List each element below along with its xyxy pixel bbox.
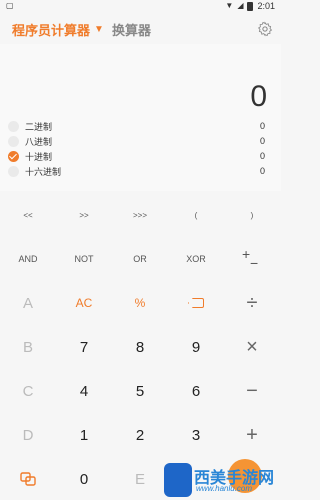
binary-radio[interactable] [8, 120, 19, 132]
right-shift-key[interactable]: >> [56, 201, 112, 229]
digit-3-key[interactable]: 3 [168, 415, 224, 455]
keypad: << >> >>> ( ) AND NOT OR XOR + − A AC % ÷… [0, 191, 281, 500]
and-key[interactable]: AND [0, 239, 56, 279]
mode-switch-key[interactable] [0, 459, 56, 499]
octal-value: 0 [259, 136, 265, 146]
hex-radio[interactable] [8, 165, 19, 177]
binary-value: 0 [259, 121, 265, 131]
app-header: 程序员计算器 ▼ 换算器 [0, 14, 281, 44]
dropdown-caret-icon: ▼ [94, 24, 104, 35]
digit-1-key[interactable]: 1 [56, 415, 112, 455]
all-clear-key[interactable]: AC [56, 283, 112, 323]
digit-6-key[interactable]: 6 [168, 371, 224, 411]
open-paren-key[interactable]: ( [168, 201, 224, 229]
hex-e-key[interactable]: E [112, 459, 168, 499]
hex-a-key[interactable]: A [0, 283, 56, 323]
watermark: 西美手游网 www.hanlu.com [164, 459, 281, 500]
wifi-icon: ▼ [225, 1, 234, 10]
signal-icon: ◢ [237, 1, 244, 10]
result-display: 0 [250, 80, 267, 113]
multiply-key[interactable]: × [224, 327, 280, 367]
decimal-label: 十进制 [25, 151, 53, 162]
settings-gear-icon[interactable] [257, 21, 273, 37]
tab-programmer-calculator[interactable]: 程序员计算器 ▼ [12, 20, 104, 39]
plus-minus-key[interactable]: + − [224, 239, 280, 279]
base-row-octal[interactable]: 八进制 0 [8, 134, 268, 148]
tab-programmer-label: 程序员计算器 [12, 23, 91, 38]
left-shift-key[interactable]: << [0, 201, 56, 229]
base-row-decimal[interactable]: 十进制 0 [8, 149, 268, 163]
display-panel: 0 二进制 0 八进制 0 十进制 0 十六进制 0 [0, 44, 281, 191]
binary-label: 二进制 [25, 121, 53, 132]
octal-label: 八进制 [25, 136, 53, 147]
xor-key[interactable]: XOR [168, 239, 224, 279]
base-row-binary[interactable]: 二进制 0 [8, 119, 268, 133]
add-key[interactable]: + [224, 415, 280, 455]
or-key[interactable]: OR [112, 239, 168, 279]
not-key[interactable]: NOT [56, 239, 112, 279]
octal-radio[interactable] [8, 135, 19, 147]
divide-key[interactable]: ÷ [224, 283, 280, 323]
watermark-url: www.hanlu.com [196, 484, 253, 493]
digit-9-key[interactable]: 9 [168, 327, 224, 367]
decimal-radio-checked[interactable] [8, 150, 19, 162]
percent-key[interactable]: % [112, 283, 168, 323]
digit-2-key[interactable]: 2 [112, 415, 168, 455]
hex-d-key[interactable]: D [0, 415, 56, 455]
hex-value: 0 [259, 166, 265, 176]
base-row-hex[interactable]: 十六进制 0 [8, 164, 268, 178]
unsigned-right-shift-key[interactable]: >>> [112, 201, 168, 229]
close-paren-key[interactable]: ) [224, 201, 280, 229]
notification-icon: ▢ [6, 1, 14, 10]
battery-icon [247, 1, 254, 11]
hex-c-key[interactable]: C [0, 371, 56, 411]
status-icons: ▼ ◢ 2:01 [225, 1, 275, 11]
backspace-key[interactable] [168, 283, 224, 323]
digit-0-key[interactable]: 0 [56, 459, 112, 499]
tab-converter[interactable]: 换算器 [112, 20, 151, 39]
status-bar: ▢ ▼ ◢ 2:01 [0, 0, 281, 14]
digit-5-key[interactable]: 5 [112, 371, 168, 411]
digit-7-key[interactable]: 7 [56, 327, 112, 367]
watermark-logo-icon [164, 463, 192, 497]
plus-minus-icon: + − [242, 246, 259, 271]
hex-b-key[interactable]: B [0, 327, 56, 367]
decimal-value: 0 [259, 151, 265, 161]
digit-4-key[interactable]: 4 [56, 371, 112, 411]
shift-row: << >> >>> ( ) [0, 201, 281, 229]
swap-icon [20, 472, 36, 486]
subtract-key[interactable]: − [224, 371, 280, 411]
backspace-icon [188, 298, 204, 308]
hex-label: 十六进制 [25, 166, 62, 177]
status-time: 2:01 [257, 1, 275, 11]
digit-8-key[interactable]: 8 [112, 327, 168, 367]
